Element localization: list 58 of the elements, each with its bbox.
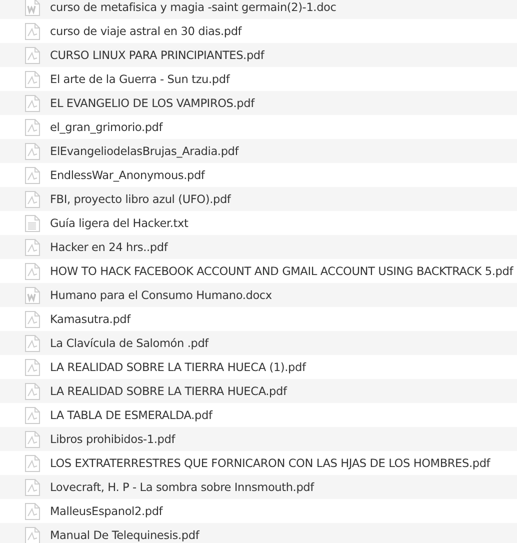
file-name: LA REALIDAD SOBRE LA TIERRA HUECA (1).pdf xyxy=(50,360,306,374)
file-name: El arte de la Guerra - Sun tzu.pdf xyxy=(50,72,230,86)
pdf-file-icon xyxy=(25,334,40,352)
word-file-icon xyxy=(25,0,40,16)
pdf-file-icon xyxy=(25,94,40,112)
file-name: HOW TO HACK FACEBOOK ACCOUNT AND GMAIL ACCOUNT USING BACKTRACK 5.pdf xyxy=(50,264,513,278)
file-name: EndlessWar_Anonymous.pdf xyxy=(50,168,205,182)
file-name: curso de metafisica y magia -saint germain(2)-1.doc xyxy=(50,0,336,14)
text-file-icon xyxy=(25,214,40,232)
file-name: FBI, proyecto libro azul (UFO).pdf xyxy=(50,192,231,206)
file-name: LA REALIDAD SOBRE LA TIERRA HUECA.pdf xyxy=(50,384,287,398)
file-name: LOS EXTRATERRESTRES QUE FORNICARON CON LAS HJAS DE LOS HOMBRES.pdf xyxy=(50,456,490,470)
file-row[interactable]: Humano para el Consumo Humano.docx xyxy=(0,283,517,307)
file-name: MalleusEspanol2.pdf xyxy=(50,504,163,518)
pdf-file-icon xyxy=(25,70,40,88)
pdf-file-icon xyxy=(25,526,40,543)
file-row[interactable]: Libros prohibidos-1.pdf xyxy=(0,427,517,451)
file-name: Hacker en 24 hrs..pdf xyxy=(50,240,168,254)
file-row[interactable]: curso de metafisica y magia -saint germain(2)-1.doc xyxy=(0,0,517,19)
file-name: La Clavícula de Salomón .pdf xyxy=(50,336,208,350)
pdf-file-icon xyxy=(25,166,40,184)
file-row[interactable]: FBI, proyecto libro azul (UFO).pdf xyxy=(0,187,517,211)
file-name: curso de viaje astral en 30 dias.pdf xyxy=(50,24,242,38)
pdf-file-icon xyxy=(25,454,40,472)
pdf-file-icon xyxy=(25,142,40,160)
file-name: CURSO LINUX PARA PRINCIPIANTES.pdf xyxy=(50,48,264,62)
file-row[interactable]: Hacker en 24 hrs..pdf xyxy=(0,235,517,259)
pdf-file-icon xyxy=(25,118,40,136)
pdf-file-icon xyxy=(25,262,40,280)
file-name: Kamasutra.pdf xyxy=(50,312,130,326)
file-name: Humano para el Consumo Humano.docx xyxy=(50,288,272,302)
file-name: LA TABLA DE ESMERALDA.pdf xyxy=(50,408,212,422)
word-file-icon xyxy=(25,286,40,304)
file-row[interactable]: ElEvangeliodelasBrujas_Aradia.pdf xyxy=(0,139,517,163)
file-name: el_gran_grimorio.pdf xyxy=(50,120,163,134)
pdf-file-icon xyxy=(25,22,40,40)
file-row[interactable]: CURSO LINUX PARA PRINCIPIANTES.pdf xyxy=(0,43,517,67)
file-name: Manual De Telequinesis.pdf xyxy=(50,528,200,542)
file-row[interactable]: Lovecraft, H. P - La sombra sobre Innsmouth.pdf xyxy=(0,475,517,499)
file-name: EL EVANGELIO DE LOS VAMPIROS.pdf xyxy=(50,96,254,110)
file-row[interactable]: La Clavícula de Salomón .pdf xyxy=(0,331,517,355)
pdf-file-icon xyxy=(25,382,40,400)
file-name: Lovecraft, H. P - La sombra sobre Innsmouth.pdf xyxy=(50,480,314,494)
pdf-file-icon xyxy=(25,46,40,64)
pdf-file-icon xyxy=(25,502,40,520)
file-name: Guía ligera del Hacker.txt xyxy=(50,216,188,230)
pdf-file-icon xyxy=(25,478,40,496)
file-row[interactable]: EL EVANGELIO DE LOS VAMPIROS.pdf xyxy=(0,91,517,115)
pdf-file-icon xyxy=(25,430,40,448)
file-name: Libros prohibidos-1.pdf xyxy=(50,432,176,446)
pdf-file-icon xyxy=(25,406,40,424)
pdf-file-icon xyxy=(25,238,40,256)
file-row[interactable]: Manual De Telequinesis.pdf xyxy=(0,523,517,543)
pdf-file-icon xyxy=(25,310,40,328)
file-row[interactable]: LA REALIDAD SOBRE LA TIERRA HUECA.pdf xyxy=(0,379,517,403)
pdf-file-icon xyxy=(25,358,40,376)
file-name: ElEvangeliodelasBrujas_Aradia.pdf xyxy=(50,144,239,158)
pdf-file-icon xyxy=(25,190,40,208)
